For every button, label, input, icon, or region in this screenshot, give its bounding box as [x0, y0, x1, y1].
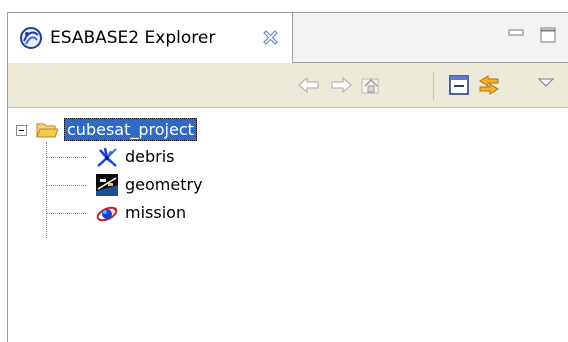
back-arrow-icon[interactable]: [296, 73, 322, 97]
geometry-icon: [96, 174, 118, 196]
forward-arrow-icon[interactable]: [328, 73, 354, 97]
explorer-globe-icon: [20, 27, 42, 49]
minimize-icon[interactable]: [508, 27, 524, 39]
toolbar-separator: [433, 72, 434, 100]
tree-item-label: geometry: [125, 175, 203, 194]
maximize-icon[interactable]: [540, 27, 556, 43]
tab-row: ESABASE2 Explorer: [8, 13, 568, 63]
tree-item-label: debris: [125, 147, 175, 166]
tree-item-label: mission: [125, 203, 187, 222]
view-toolbar: [8, 63, 568, 108]
mission-icon: [96, 206, 118, 222]
tree-item-geometry[interactable]: geometry: [46, 171, 346, 199]
collapse-all-icon[interactable]: [446, 73, 472, 97]
debris-icon: [97, 147, 117, 167]
tree-root-cubesat-project[interactable]: cubesat_project: [64, 118, 197, 141]
tree-item-debris[interactable]: debris: [46, 143, 346, 171]
link-with-editor-icon[interactable]: [476, 73, 502, 97]
home-icon[interactable]: [358, 73, 384, 97]
tab-esabase2-explorer[interactable]: ESABASE2 Explorer: [8, 13, 293, 63]
open-folder-icon: [36, 123, 58, 138]
view-menu-icon[interactable]: [536, 73, 556, 97]
collapse-toggle[interactable]: [16, 125, 27, 136]
explorer-view: ESABASE2 Explorer cubesat_project debris…: [7, 12, 568, 342]
tab-title: ESABASE2 Explorer: [50, 28, 216, 48]
tree-item-mission[interactable]: mission: [46, 199, 346, 227]
close-icon[interactable]: [262, 29, 279, 46]
project-tree: cubesat_project debris geometry mission: [8, 109, 568, 342]
